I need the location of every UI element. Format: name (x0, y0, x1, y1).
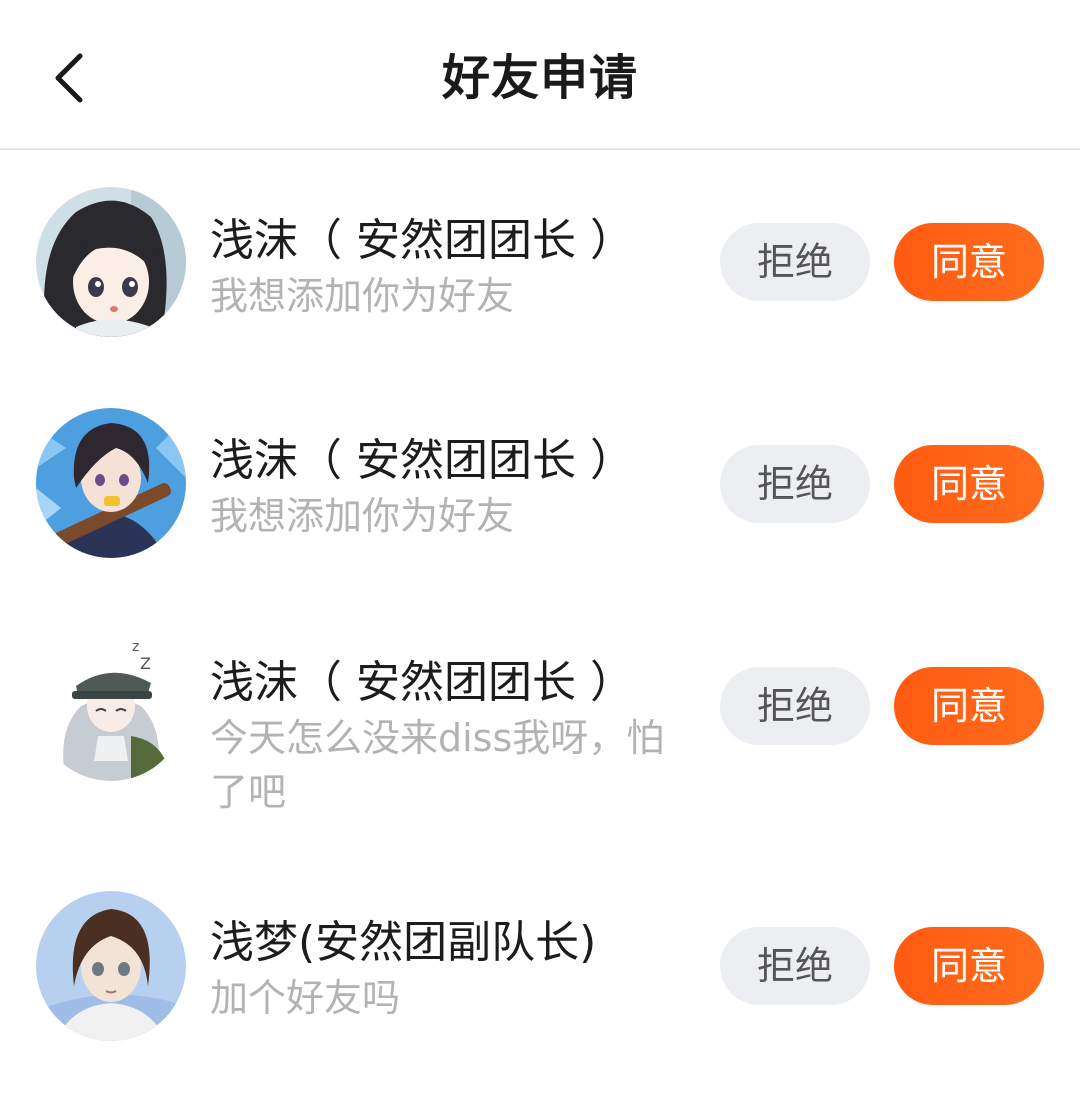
avatar[interactable] (36, 408, 186, 558)
requester-name: 浅沫（ 安然团团长 ） (210, 657, 634, 708)
request-message: 我想添加你为好友 (210, 494, 515, 538)
requester-name: 浅沫（ 安然团团长 ） (210, 215, 634, 266)
request-message: 我想添加你为好友 (210, 274, 515, 318)
avatar[interactable]: z Z (36, 631, 186, 781)
reject-button[interactable]: 拒绝 (720, 927, 870, 1005)
request-row: 浅梦(安然团副队长) 加个好友吗 拒绝 同意 (0, 887, 1080, 1047)
request-row: z Z 浅沫（ 安然团团长 ） 今天怎么没来diss我呀，怕了吧 拒绝 同意 (0, 627, 1080, 827)
avatar-girl-brown-hair-image (36, 891, 186, 1041)
accept-button[interactable]: 同意 (894, 223, 1044, 301)
request-message: 加个好友吗 (210, 976, 401, 1020)
accept-button[interactable]: 同意 (894, 927, 1044, 1005)
avatar-girl-black-hair-image (36, 187, 186, 337)
avatar-girl-military-cap-image: z Z (36, 631, 186, 781)
svg-text:z: z (132, 639, 139, 655)
reject-button[interactable]: 拒绝 (720, 445, 870, 523)
requester-name: 浅梦(安然团副队长) (210, 917, 597, 968)
request-row: 浅沫（ 安然团团长 ） 我想添加你为好友 拒绝 同意 (0, 185, 1080, 345)
requester-name: 浅沫（ 安然团团长 ） (210, 435, 634, 486)
top-bar: 好友申请 (0, 0, 1080, 150)
reject-button[interactable]: 拒绝 (720, 667, 870, 745)
reject-button[interactable]: 拒绝 (720, 223, 870, 301)
avatar[interactable] (36, 891, 186, 1041)
friend-requests-screen: 好友申请 浅沫（ 安然团团长 ） 我想添加你为好友 拒绝 同意 浅沫（ 安然团团… (0, 0, 1080, 1113)
accept-button[interactable]: 同意 (894, 445, 1044, 523)
accept-button[interactable]: 同意 (894, 667, 1044, 745)
page-title: 好友申请 (441, 50, 638, 106)
svg-text:Z: Z (140, 654, 151, 673)
avatar[interactable] (36, 187, 186, 337)
request-row: 浅沫（ 安然团团长 ） 我想添加你为好友 拒绝 同意 (0, 405, 1080, 565)
request-message: 今天怎么没来diss我呀，怕了吧 (210, 716, 665, 814)
avatar-boy-blue-background-image (36, 408, 186, 558)
